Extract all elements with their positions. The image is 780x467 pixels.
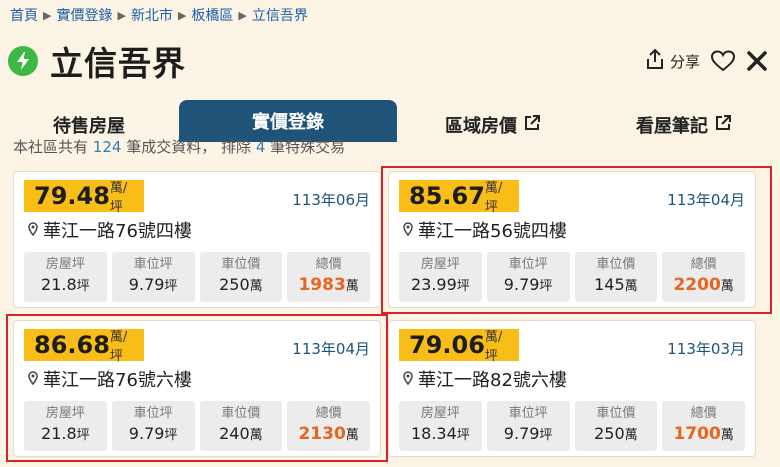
unit-price: 85.67 [409,182,485,210]
share-icon [645,48,665,74]
listing-stats: 房屋坪 21.8坪 車位坪 9.79坪 車位價 250萬 總價 1983萬 [24,252,370,302]
stat-parking-area: 車位坪 9.79坪 [486,252,570,302]
unit-price-tag: 79.06 萬/坪 [399,329,519,364]
lightning-bolt-icon [8,46,38,76]
breadcrumb-city[interactable]: 新北市 [131,5,173,25]
tab-label: 實價登錄 [252,112,324,133]
unit-price-unit: 萬/坪 [484,330,503,364]
chevron-right-icon: ▶ [177,8,187,22]
stat-house-area: 房屋坪 21.8坪 [24,401,107,451]
unit-price-unit: 萬/坪 [109,181,128,215]
address: 華江一路76號四樓 [28,219,192,242]
address: 華江一路76號六樓 [28,368,192,391]
title-row: 立信吾界 [8,38,186,84]
address: 華江一路82號六樓 [403,368,567,391]
page-title: 立信吾界 [50,44,186,83]
transaction-date: 113年03月 [667,340,745,358]
stat-parking-price: 車位價 250萬 [199,252,283,302]
listing-card[interactable]: 79.06 萬/坪 113年03月 華江一路82號六樓 房屋坪 18.34坪 車位… [388,320,756,457]
share-button[interactable]: 分享 [645,48,700,74]
listing-stats: 房屋坪 23.99坪 車位坪 9.79坪 車位價 145萬 總價 2200萬 [399,252,745,302]
breadcrumb: 首頁 ▶ 實價登錄 ▶ 新北市 ▶ 板橋區 ▶ 立信吾界 [10,4,308,26]
tab-label: 看屋筆記 [636,116,708,137]
address: 華江一路56號四樓 [403,219,567,242]
breadcrumb-community[interactable]: 立信吾界 [252,5,308,25]
location-pin-icon [403,220,413,241]
chevron-right-icon: ▶ [43,8,52,22]
listing-card[interactable]: 79.48 萬/坪 113年06月 華江一路76號四樓 房屋坪 21.8坪 車位坪… [13,171,381,308]
address-text: 華江一路76號六樓 [43,370,192,391]
stat-house-area: 房屋坪 18.34坪 [399,401,482,451]
stat-total-price: 總價 2130萬 [287,401,370,451]
close-icon[interactable] [746,50,768,72]
unit-price: 79.48 [34,182,110,210]
stat-total-price: 總價 1983萬 [287,252,370,302]
stat-house-area: 房屋坪 21.8坪 [24,252,107,302]
chevron-right-icon: ▶ [238,8,247,22]
stat-total-price: 總價 2200萬 [662,252,745,302]
listing-stats: 房屋坪 21.8坪 車位坪 9.79坪 車位價 240萬 總價 2130萬 [24,401,370,451]
breadcrumb-district[interactable]: 板橋區 [191,5,233,25]
location-pin-icon [403,369,413,390]
unit-price-tag: 86.68 萬/坪 [24,329,144,364]
breadcrumb-transactions[interactable]: 實價登錄 [56,5,112,25]
stat-total-price: 總價 1700萬 [662,401,745,451]
unit-price-tag: 85.67 萬/坪 [399,180,519,215]
address-text: 華江一路56號四樓 [418,221,567,242]
tab-label: 區域房價 [445,116,517,137]
transaction-summary: 本社區共有 124 筆成交資料， 排除 4 筆特殊交易 [13,138,346,156]
address-text: 華江一路82號六樓 [418,370,567,391]
stat-parking-price: 車位價 240萬 [199,401,283,451]
unit-price-unit: 萬/坪 [109,330,128,364]
listing-card[interactable]: 86.68 萬/坪 113年04月 華江一路76號六樓 房屋坪 21.8坪 車位坪… [13,320,381,457]
listing-stats: 房屋坪 18.34坪 車位坪 9.79坪 車位價 250萬 總價 1700萬 [399,401,745,451]
address-text: 華江一路76號四樓 [43,221,192,242]
stat-parking-price: 車位價 250萬 [574,401,658,451]
transaction-count: 124 [92,138,122,156]
share-label: 分享 [669,52,700,71]
stat-parking-area: 車位坪 9.79坪 [486,401,570,451]
unit-price: 86.68 [34,331,110,359]
stat-house-area: 房屋坪 23.99坪 [399,252,482,302]
external-link-icon [523,114,541,137]
tab-area-prices[interactable]: 區域房價 [398,108,588,142]
stat-parking-area: 車位坪 9.79坪 [111,401,195,451]
header-actions: 分享 [645,44,768,78]
transaction-date: 113年06月 [292,191,370,209]
stat-parking-area: 車位坪 9.79坪 [111,252,195,302]
unit-price-unit: 萬/坪 [484,181,503,215]
unit-price-tag: 79.48 萬/坪 [24,180,144,215]
excluded-count: 4 [255,138,266,156]
location-pin-icon [28,220,38,241]
tab-viewing-notes[interactable]: 看屋筆記 [588,108,780,142]
listing-card[interactable]: 85.67 萬/坪 113年04月 華江一路56號四樓 房屋坪 23.99坪 車位… [388,171,756,308]
transaction-date: 113年04月 [292,340,370,358]
external-link-icon [714,114,732,137]
location-pin-icon [28,369,38,390]
breadcrumb-home[interactable]: 首頁 [10,5,38,25]
tab-label: 待售房屋 [53,116,125,137]
chevron-right-icon: ▶ [117,8,126,22]
unit-price: 79.06 [409,331,485,359]
heart-icon[interactable] [710,49,736,73]
transaction-date: 113年04月 [667,191,745,209]
stat-parking-price: 車位價 145萬 [574,252,658,302]
